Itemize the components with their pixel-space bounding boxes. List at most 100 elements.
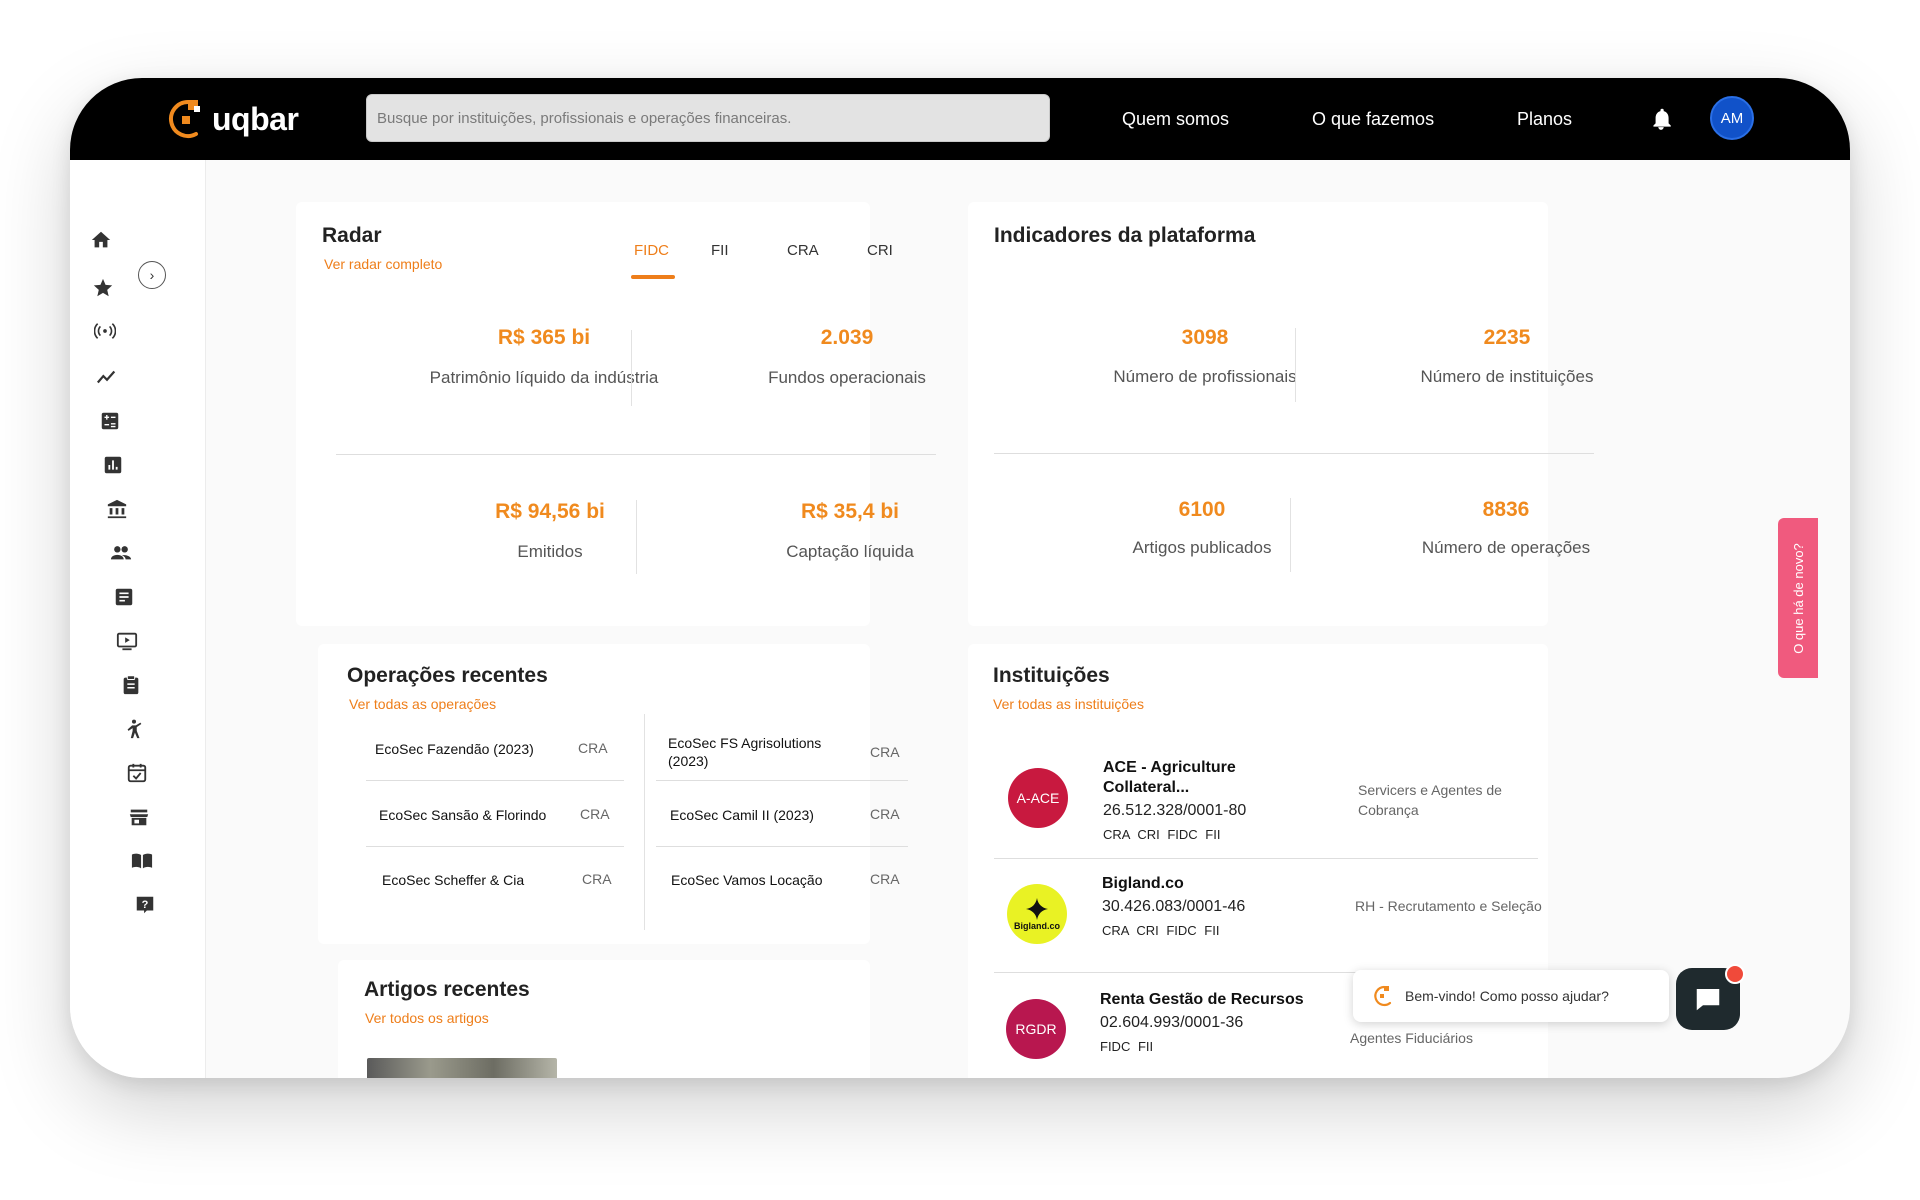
clipboard-icon[interactable] [120,674,142,696]
institution-tags: CRA CRI FIDC FII [1102,923,1220,938]
divider [1290,498,1291,572]
institution-tags: FIDC FII [1100,1039,1154,1054]
institution-name[interactable]: Bigland.co [1102,874,1322,894]
divider [636,500,637,574]
list-item[interactable]: EcoSec Camil II (2023) [670,806,870,824]
list-item[interactable]: EcoSec Scheffer & Cia [382,871,582,889]
tab-fii[interactable]: FII [711,242,729,259]
people-icon[interactable] [110,542,132,564]
divider [656,846,908,847]
help-icon[interactable]: ? [134,894,156,916]
operation-type: CRA [582,871,612,887]
divider [366,780,624,781]
bell-icon[interactable] [1648,106,1674,132]
svg-text:?: ? [142,899,149,911]
app-window: uqbar Quem somos O que fazemos Planos AM… [70,78,1850,1078]
stat-value: 6100 [1178,498,1226,521]
indicadores-card [968,202,1548,626]
institution-logo[interactable]: RGDR [1006,999,1066,1059]
instituicoes-title: Instituições [993,664,1110,687]
trending-icon[interactable] [96,366,118,388]
search-input[interactable] [366,94,1050,142]
operation-type: CRA [578,740,608,756]
person-pointing-icon[interactable] [123,718,145,740]
sidebar: › ? [70,160,206,1078]
chevron-right-icon[interactable]: › [138,261,166,289]
radar-signal-icon[interactable] [94,320,116,342]
artigos-title: Artigos recentes [364,978,530,1001]
user-avatar[interactable]: AM [1710,96,1754,140]
stat-value: R$ 94,56 bi [495,500,605,523]
list-item[interactable]: EcoSec Sansão & Florindo [379,806,579,824]
list-item[interactable]: EcoSec Fazendão (2023) [375,740,575,758]
stat-label: Número de instituições [1420,367,1594,386]
divider [994,453,1594,454]
book-icon[interactable] [131,850,153,872]
divider [656,780,908,781]
whats-new-tab[interactable]: O que há de novo? [1778,518,1818,678]
nav-quem-somos[interactable]: Quem somos [1122,78,1229,160]
list-item[interactable]: EcoSec Vamos Locação [671,871,871,889]
institution-cnpj: 02.604.993/0001-36 [1100,1014,1244,1031]
stat-label: Número de profissionais [1113,367,1297,386]
operacoes-link[interactable]: Ver todas as operações [349,696,496,712]
divider [631,330,632,406]
stat-label: Número de operações [1421,538,1591,557]
calculator-icon[interactable] [99,410,121,432]
top-bar: uqbar Quem somos O que fazemos Planos AM [70,78,1850,160]
stat-value: R$ 365 bi [497,326,591,349]
calendar-check-icon[interactable] [126,762,148,784]
uqbar-logo[interactable]: uqbar [166,92,299,146]
video-icon[interactable] [116,630,138,652]
stat-value: 2235 [1483,326,1531,349]
divider [366,846,624,847]
divider [994,858,1538,859]
institution-category: Agentes Fiduciários [1350,1030,1473,1046]
whats-new-label: O que há de novo? [1790,542,1806,654]
operation-type: CRA [870,744,900,760]
active-tab-indicator [631,275,675,279]
article-thumbnail[interactable] [367,1058,557,1078]
operacoes-card [318,644,870,944]
bank-icon[interactable] [106,498,128,520]
chat-welcome-bubble[interactable]: Bem-vindo! Como posso ajudar? [1353,970,1669,1022]
logo-text: uqbar [212,100,299,137]
institution-category: RH - Recrutamento e Seleção [1355,898,1542,914]
institution-cnpj: 30.426.083/0001-46 [1102,898,1246,915]
institution-name[interactable]: ACE - Agriculture Collateral... [1103,758,1323,798]
article-icon[interactable] [113,586,135,608]
nav-o-que-fazemos[interactable]: O que fazemos [1312,78,1434,160]
tab-fidc[interactable]: FIDC [634,242,669,259]
stat-value: 3098 [1181,326,1229,349]
institution-tags: CRA CRI FIDC FII [1103,827,1221,842]
tab-cri[interactable]: CRI [867,242,893,259]
institution-logo[interactable]: A-ACE [1008,768,1068,828]
institution-category: Servicers e Agentes de Cobrança [1358,782,1502,818]
institution-name[interactable]: Renta Gestão de Recursos [1100,990,1320,1010]
list-item[interactable]: EcoSec FS Agrisolutions (2023) [668,734,828,770]
tab-cra[interactable]: CRA [787,242,819,259]
divider [644,714,645,930]
artigos-link[interactable]: Ver todos os artigos [365,1010,489,1026]
chat-icon [1696,989,1720,1011]
radar-link[interactable]: Ver radar completo [324,256,442,272]
operation-type: CRA [870,871,900,887]
stat-label: Patrimônio líquido da indústria [429,368,659,387]
operation-type: CRA [580,806,610,822]
indicadores-title: Indicadores da plataforma [994,224,1256,247]
institution-cnpj: 26.512.328/0001-80 [1103,802,1247,819]
stat-value: 8836 [1482,498,1530,521]
institution-logo[interactable]: Bigland.co [1007,884,1067,944]
logo-mark-icon [169,100,200,138]
star-icon[interactable] [92,277,114,299]
uqbar-mark-icon [1374,985,1392,1007]
nav-planos[interactable]: Planos [1517,78,1572,160]
stat-value: 2.039 [820,326,874,349]
stat-label: Captação líquida [786,542,914,561]
divider [336,454,936,455]
home-icon[interactable] [90,229,112,251]
instituicoes-link[interactable]: Ver todas as instituições [993,696,1144,712]
bar-chart-icon[interactable] [102,454,124,476]
store-icon[interactable] [128,806,150,828]
operation-type: CRA [870,806,900,822]
